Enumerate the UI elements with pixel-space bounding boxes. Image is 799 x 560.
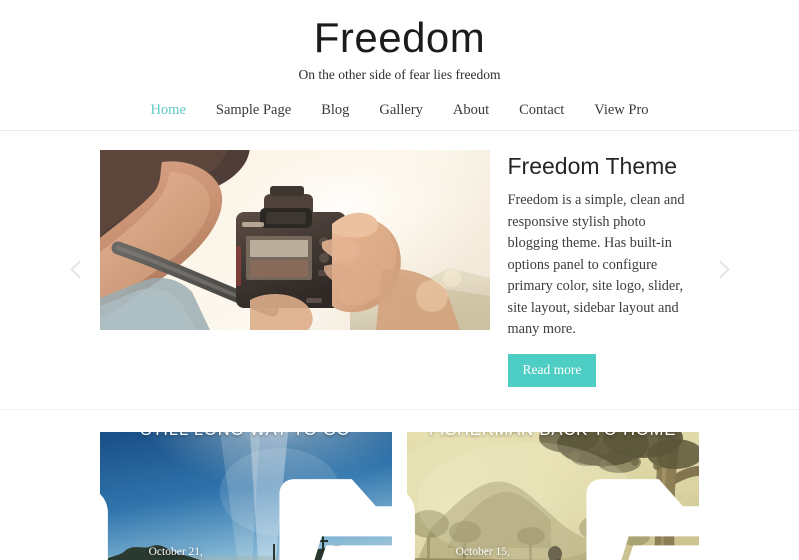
- post-overlay: STILL LONG WAY TO GO October 21, 2014: [99, 432, 392, 560]
- main-navigation: Home Sample Page Blog Gallery About Cont…: [0, 101, 799, 131]
- slider-next-button[interactable]: [709, 253, 735, 287]
- post-category: Uncategorized: [549, 461, 699, 560]
- slider-prev-button[interactable]: [64, 253, 90, 287]
- nav-item-about[interactable]: About: [438, 101, 504, 119]
- nav-item-sample-page[interactable]: Sample Page: [201, 101, 306, 119]
- hero-slider: Freedom Theme Freedom is a simple, clean…: [0, 131, 799, 410]
- photographer-illustration: [99, 150, 490, 330]
- page-root: Freedom On the other side of fear lies f…: [0, 0, 799, 560]
- slide-description: Freedom is a simple, clean and responsiv…: [507, 192, 685, 337]
- read-more-button[interactable]: Read more: [507, 353, 597, 387]
- calendar-icon: [99, 493, 109, 560]
- post-title: STILL LONG WAY TO GO: [133, 432, 359, 441]
- nav-item-contact[interactable]: Contact: [504, 101, 579, 119]
- post-card[interactable]: STILL LONG WAY TO GO October 21, 2014: [99, 431, 392, 560]
- post-meta: October 21, 2014 Uncategorized: [99, 461, 392, 560]
- folder-icon: [278, 479, 392, 560]
- chevron-right-icon: [710, 260, 730, 279]
- calendar-icon: [406, 493, 416, 560]
- site-header: Freedom On the other side of fear lies f…: [0, 0, 799, 131]
- chevron-left-icon: [69, 260, 89, 279]
- post-meta: October 15, 2014 Uncategorized: [406, 461, 699, 560]
- nav-item-blog[interactable]: Blog: [306, 101, 364, 119]
- slide-title: Freedom Theme: [507, 153, 678, 179]
- slider-inner: Freedom Theme Freedom is a simple, clean…: [99, 150, 700, 387]
- slide-image[interactable]: [99, 150, 490, 330]
- post-date: October 15, 2014: [406, 461, 527, 560]
- post-date-text: October 15, 2014: [455, 546, 510, 558]
- nav-list: Home Sample Page Blog Gallery About Cont…: [0, 101, 799, 119]
- nav-item-gallery[interactable]: Gallery: [364, 101, 437, 119]
- posts-row: STILL LONG WAY TO GO October 21, 2014: [99, 431, 700, 560]
- posts-section: STILL LONG WAY TO GO October 21, 2014: [0, 410, 799, 560]
- post-title: FISHERMAN BACK TO HOME: [421, 432, 684, 441]
- post-date: October 21, 2014: [99, 461, 220, 560]
- post-date-text: October 21, 2014: [148, 546, 203, 558]
- post-category: Uncategorized: [242, 461, 392, 560]
- site-tagline: On the other side of fear lies freedom: [298, 67, 501, 82]
- folder-icon: [585, 479, 699, 560]
- post-overlay: FISHERMAN BACK TO HOME October 15, 2014: [406, 432, 699, 560]
- nav-item-home[interactable]: Home: [135, 101, 200, 119]
- nav-item-view-pro[interactable]: View Pro: [579, 101, 663, 119]
- site-title: Freedom: [313, 14, 486, 61]
- post-card[interactable]: FISHERMAN BACK TO HOME October 15, 2014: [406, 431, 699, 560]
- slide-caption: Freedom Theme Freedom is a simple, clean…: [490, 150, 700, 387]
